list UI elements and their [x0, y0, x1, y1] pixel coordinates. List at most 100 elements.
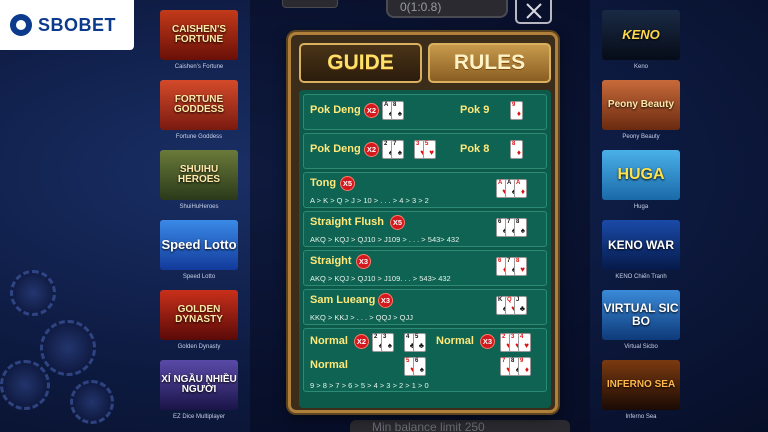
game-tile[interactable]: VIRTUAL SIC BO Virtual Sicbo — [602, 290, 680, 350]
game-tile[interactable]: KENO WAR KENO Chiến Tranh — [602, 220, 680, 280]
game-caption: Peony Beauty — [622, 134, 660, 140]
rule-ranking: KKQ > KKJ > . . . > QQJ > QJJ — [310, 313, 413, 322]
game-list-right: KENO Keno Peony Beauty Peony Beauty HUGA… — [590, 0, 690, 432]
multiplier-badge: X3 — [356, 254, 371, 269]
game-thumbnail[interactable]: KENO — [602, 10, 680, 60]
rule-row-straight-flush: Straight Flush X5 AKQ > KQJ > QJ10 > J10… — [303, 211, 547, 247]
card-group: K♠ Q♥ J♣ — [496, 296, 527, 315]
card-group: 2♠ 3♠ — [372, 333, 394, 352]
close-button[interactable] — [515, 0, 552, 24]
game-tile[interactable]: Peony Beauty Peony Beauty — [602, 80, 680, 140]
card-group: 5♥ 6♠ — [404, 357, 426, 376]
rule-label: Pok 9 — [460, 104, 490, 116]
game-caption: EZ Dice Multiplayer — [172, 414, 225, 420]
rule-ranking: AKQ > KQJ > QJ10 > J109 > . . . > 543> 4… — [310, 235, 460, 244]
game-caption: Virtual Sicbo — [624, 344, 658, 350]
card: 6♠ — [413, 357, 426, 376]
game-thumbnail[interactable]: FORTUNE GODDESS — [160, 80, 238, 130]
balance-limit-text: Min balance limit 250 — [350, 420, 570, 432]
game-tile[interactable]: Speed Lotto Speed Lotto — [160, 220, 238, 280]
card: 9 ♦ — [510, 101, 523, 120]
decorative-poker-chips — [0, 230, 150, 432]
rule-row-normal: Normal X2 2♠ 3♠ 4♣ 5♣ Normal X3 2♥ 3♥ 4♥… — [303, 328, 547, 392]
game-thumbnail[interactable]: HUGA — [602, 150, 680, 200]
rule-ranking: AKQ > KQJ > QJ10 > J109. . . > 543> 432 — [310, 274, 451, 283]
game-thumbnail[interactable]: GOLDEN DYNASTY — [160, 290, 238, 340]
multiplier-badge: X2 — [354, 334, 369, 349]
brand-logo[interactable]: SBOBET — [0, 0, 134, 50]
rules-board: Pok Deng X2 A♠ 8♠ Pok 9 9♦ Pok Deng X2 2… — [299, 90, 551, 408]
sbobet-logo-icon — [10, 14, 32, 36]
game-caption: Caishen's Fortune — [174, 64, 224, 70]
game-thumbnail[interactable]: Peony Beauty — [602, 80, 680, 130]
game-caption: KENO Chiến Tranh — [615, 274, 667, 280]
game-tile[interactable]: GOLDEN DYNASTY Golden Dynasty — [160, 290, 238, 350]
multiplier-badge: X3 — [378, 293, 393, 308]
rule-label: Pok 8 — [460, 143, 490, 155]
card: 5♥ — [423, 140, 436, 159]
rule-row-pok9: Pok Deng X2 A♠ 8♠ Pok 9 9♦ — [303, 94, 547, 130]
close-icon — [525, 3, 542, 19]
rule-row-straight: Straight X3 AKQ > KQJ > QJ10 > J109. . .… — [303, 250, 547, 286]
card-group: A♥ A♠ A♦ — [496, 179, 527, 198]
multiplier-badge: X2 — [364, 103, 379, 118]
card-group: 9 ♦ — [510, 101, 523, 120]
rule-ranking: 9 > 8 > 7 > 6 > 5 > 4 > 3 > 2 > 1 > 0 — [310, 381, 429, 390]
tab-rules[interactable]: RULES — [428, 43, 551, 83]
game-caption: Speed Lotto — [182, 274, 216, 280]
card-group: 7♥ 8♠ 9♦ — [500, 357, 531, 376]
card-group: 6♦ 7♠ 8♥ — [496, 257, 527, 276]
game-caption: ShuiHuHeroes — [179, 204, 219, 210]
bet-display: 0(1:0.8) — [386, 0, 508, 18]
card: 3 ♠ — [381, 333, 394, 352]
card: 7♠ — [391, 140, 404, 159]
game-tile[interactable]: SHUIHU HEROES ShuiHuHeroes — [160, 150, 238, 210]
game-caption: Fortune Goddess — [175, 134, 223, 140]
game-thumbnail[interactable]: KENO WAR — [602, 220, 680, 270]
multiplier-badge: X5 — [340, 176, 355, 191]
rule-row-sam-lueang: Sam Lueang X3 KKQ > KKJ > . . . > QQJ > … — [303, 289, 547, 325]
tab-guide[interactable]: GUIDE — [299, 43, 422, 83]
game-caption: Golden Dynasty — [177, 344, 221, 350]
game-thumbnail[interactable]: XÍ NGẦU NHIỀU NGƯỜI — [160, 360, 238, 410]
rules-modal: GUIDE RULES Pok Deng X2 A♠ 8♠ Pok 9 9♦ P… — [288, 32, 558, 413]
game-thumbnail[interactable]: VIRTUAL SIC BO — [602, 290, 680, 340]
brand-name: SBOBET — [38, 14, 117, 35]
game-caption: Keno — [633, 64, 648, 70]
game-caption: Inferno Sea — [625, 414, 657, 420]
rule-row-pok8: Pok Deng X2 2♠ 7♠ 3♥ 5♥ Pok 8 8♦ — [303, 133, 547, 169]
game-tile[interactable]: CAISHEN'S FORTUNE Caishen's Fortune — [160, 10, 238, 70]
game-list-left: CAISHEN'S FORTUNE Caishen's Fortune FORT… — [148, 0, 248, 432]
game-tile[interactable]: HUGA Huga — [602, 150, 680, 210]
card: J ♣ — [514, 296, 527, 315]
card-group: 4♣ 5♣ — [404, 333, 426, 352]
game-tile[interactable]: XÍ NGẦU NHIỀU NGƯỜI EZ Dice Multiplayer — [160, 360, 238, 420]
rule-label: Normal — [436, 335, 474, 347]
game-thumbnail[interactable]: SHUIHU HEROES — [160, 150, 238, 200]
multiplier-badge: X5 — [390, 215, 405, 230]
card-group: 2♠ 7♠ — [382, 140, 404, 159]
game-tile[interactable]: FORTUNE GODDESS Fortune Goddess — [160, 80, 238, 140]
card-group: 3♥ 5♥ — [414, 140, 436, 159]
rule-ranking: A > K > Q > J > 10 > . . . > 4 > 3 > 2 — [310, 196, 429, 205]
game-thumbnail[interactable]: INFERNO SEA — [602, 360, 680, 410]
game-caption: Huga — [633, 204, 649, 210]
game-tile[interactable]: INFERNO SEA Inferno Sea — [602, 360, 680, 420]
rule-label: Sam Lueang — [310, 294, 376, 306]
card: 9 ♦ — [518, 357, 531, 376]
card: 5 ♣ — [413, 333, 426, 352]
modal-tabs: GUIDE RULES — [299, 43, 551, 83]
card: 8♠ — [391, 101, 404, 120]
rule-label: Tong — [310, 177, 337, 189]
rule-label: Straight Flush — [310, 216, 384, 228]
game-thumbnail[interactable]: Speed Lotto — [160, 220, 238, 270]
card-group: 6♠ 7♠ 8♠ — [496, 218, 527, 237]
game-thumbnail[interactable]: CAISHEN'S FORTUNE — [160, 10, 238, 60]
card-group: 8 ♦ — [510, 140, 523, 159]
card: A ♦ — [514, 179, 527, 198]
top-control-group[interactable] — [282, 0, 338, 8]
game-tile[interactable]: KENO Keno — [602, 10, 680, 70]
card: 8 ♦ — [510, 140, 523, 159]
card-group: A♠ 8♠ — [382, 101, 404, 120]
multiplier-badge: X2 — [364, 142, 379, 157]
